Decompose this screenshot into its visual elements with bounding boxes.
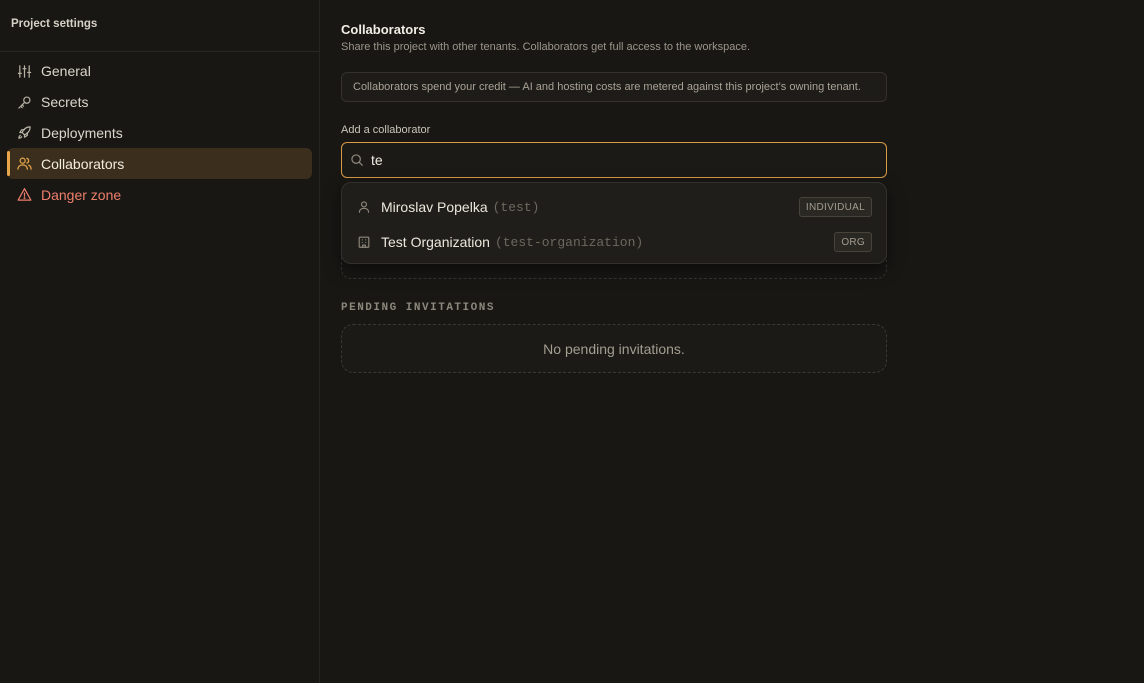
search-results-dropdown: Miroslav Popelka (test) INDIVIDUAL Test …	[341, 182, 887, 264]
sidebar-item-general[interactable]: General	[7, 56, 312, 87]
result-option-individual[interactable]: Miroslav Popelka (test) INDIVIDUAL	[342, 192, 886, 222]
sidebar-divider	[0, 51, 319, 52]
result-name: Test Organization	[381, 234, 490, 250]
settings-sidebar: Project settings General Secrets Deploym…	[0, 0, 320, 683]
warning-icon	[17, 187, 32, 202]
users-icon	[17, 156, 32, 171]
building-icon	[357, 235, 371, 249]
sidebar-title: Project settings	[11, 18, 98, 30]
sliders-icon	[17, 64, 32, 79]
sidebar-item-label: Deployments	[41, 124, 123, 141]
sidebar-nav: General Secrets Deployments Collaborator…	[7, 56, 312, 210]
pending-invitations-heading: PENDING INVITATIONS	[341, 302, 495, 314]
pending-invitations-empty: No pending invitations.	[341, 324, 887, 373]
sidebar-item-label: Collaborators	[41, 155, 125, 172]
sidebar-item-collaborators[interactable]: Collaborators	[7, 148, 312, 180]
result-type-badge: INDIVIDUAL	[798, 197, 872, 217]
page-subtitle: Share this project with other tenants. C…	[341, 41, 751, 53]
collaborator-search[interactable]	[341, 142, 887, 178]
sidebar-item-label: Secrets	[41, 94, 89, 111]
result-handle: (test-organization)	[494, 234, 644, 250]
sidebar-item-danger-zone[interactable]: Danger zone	[7, 179, 312, 210]
sidebar-item-secrets[interactable]: Secrets	[7, 87, 312, 118]
add-collaborator-label: Add a collaborator	[341, 124, 431, 136]
rocket-icon	[17, 125, 32, 140]
result-handle: (test)	[492, 199, 540, 215]
key-icon	[17, 95, 32, 110]
sidebar-item-label: General	[41, 63, 91, 80]
credit-notice: Collaborators spend your credit — AI and…	[341, 72, 887, 102]
result-type-badge: ORG	[834, 232, 872, 252]
result-name: Miroslav Popelka	[381, 199, 488, 215]
collaborator-search-input[interactable]	[371, 152, 851, 168]
page-title: Collaborators	[341, 22, 426, 37]
sidebar-item-deployments[interactable]: Deployments	[7, 118, 312, 149]
search-icon	[350, 153, 364, 167]
sidebar-item-label: Danger zone	[41, 186, 122, 203]
result-option-org[interactable]: Test Organization (test-organization) OR…	[342, 227, 886, 257]
user-icon	[357, 200, 371, 214]
